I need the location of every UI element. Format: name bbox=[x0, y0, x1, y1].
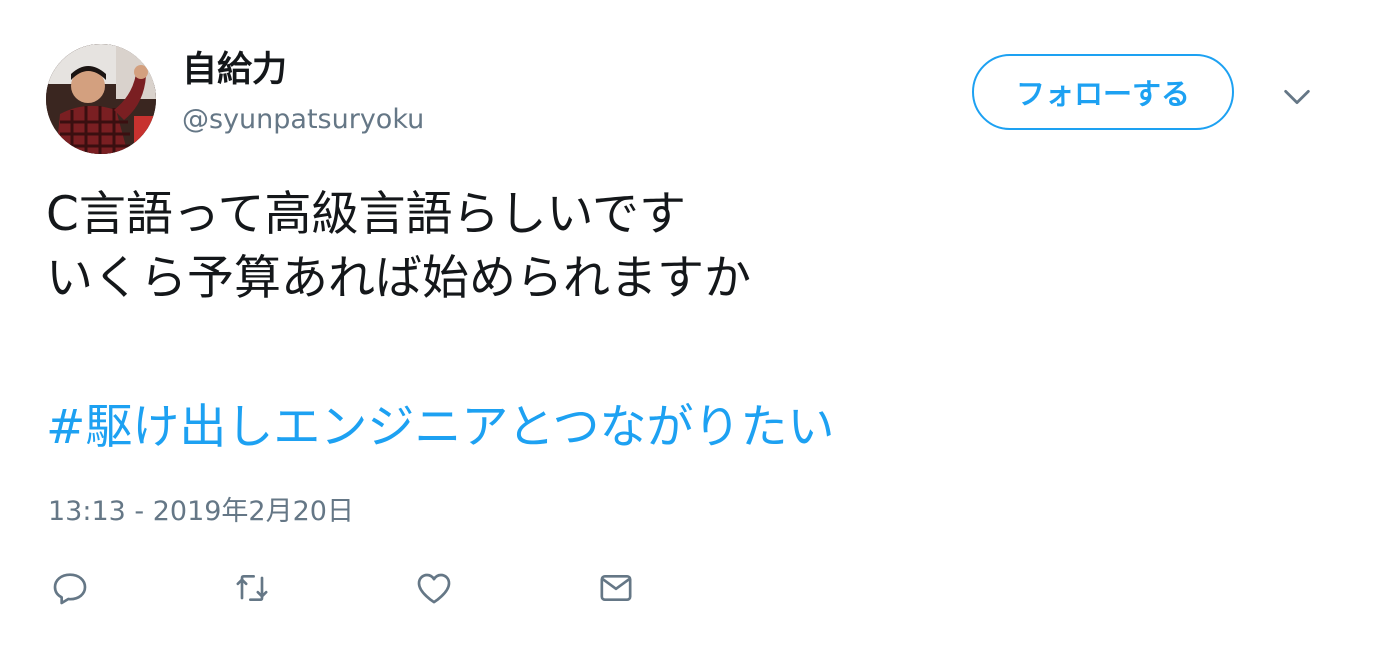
tweet-card: 自給力 @syunpatsuryoku フォローする C言語って高級言語らしいで… bbox=[0, 0, 1384, 646]
timestamp[interactable]: 13:13 - 2019年2月20日 bbox=[48, 494, 354, 530]
tweet-text-line: いくら予算あれば始められますか bbox=[46, 251, 751, 306]
hashtag-link[interactable]: #駆け出しエンジニアとつながりたい bbox=[46, 396, 835, 460]
chevron-down-icon[interactable] bbox=[1280, 80, 1314, 114]
tweet-text-line: C言語って高級言語らしいです bbox=[46, 187, 687, 242]
like-icon[interactable] bbox=[414, 568, 454, 608]
display-name[interactable]: 自給力 bbox=[182, 48, 287, 92]
reply-icon[interactable] bbox=[50, 568, 90, 608]
follow-button[interactable]: フォローする bbox=[972, 54, 1234, 130]
avatar-image bbox=[46, 44, 156, 154]
direct-message-icon[interactable] bbox=[596, 568, 636, 608]
retweet-icon[interactable] bbox=[232, 568, 272, 608]
avatar[interactable] bbox=[46, 44, 156, 154]
user-handle[interactable]: @syunpatsuryoku bbox=[182, 102, 424, 138]
tweet-text: C言語って高級言語らしいです いくら予算あれば始められますか bbox=[46, 183, 751, 311]
